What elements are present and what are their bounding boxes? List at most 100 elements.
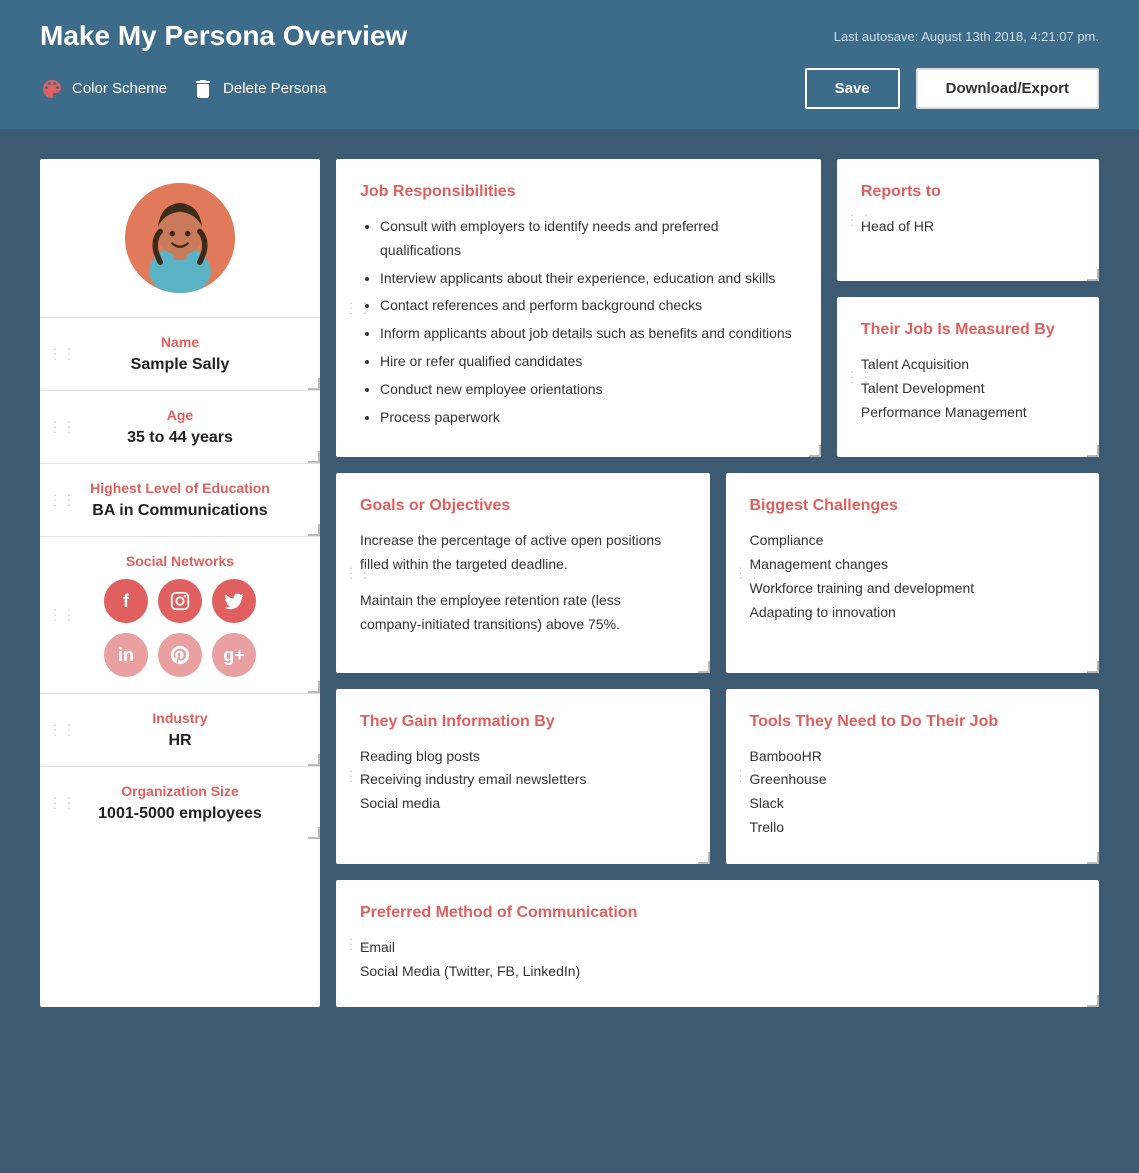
- age-section: ⋮⋮ Age 35 to 44 years: [40, 391, 320, 464]
- job-responsibilities-panel: ⋮⋮ Job Responsibilities Consult with emp…: [336, 159, 821, 457]
- social-icons-row-2: in g+: [64, 633, 296, 677]
- panels-row-2: ⋮⋮ Goals or Objectives Increase the perc…: [336, 473, 1099, 672]
- instagram-icon[interactable]: [158, 579, 202, 623]
- communication-panel: ⋮⋮ Preferred Method of Communication Ema…: [336, 880, 1099, 1008]
- job-measured-panel: ⋮⋮ Their Job Is Measured By Talent Acqui…: [837, 297, 1099, 457]
- page-title: Make My Persona Overview: [40, 20, 407, 52]
- resize-handle[interactable]: [1087, 661, 1099, 673]
- reports-to-panel: ⋮⋮ Reports to Head of HR: [837, 159, 1099, 281]
- communication-title: Preferred Method of Communication: [360, 904, 1075, 922]
- avatar: [125, 183, 235, 293]
- gain-info-title: They Gain Information By: [360, 713, 686, 731]
- resize-handle[interactable]: [809, 445, 821, 457]
- name-section: ⋮⋮ Name Sample Sally: [40, 318, 320, 391]
- resize-handle[interactable]: [1087, 445, 1099, 457]
- color-scheme-icon: [40, 77, 64, 101]
- list-item: Social Media (Twitter, FB, LinkedIn): [360, 960, 1075, 984]
- goals-panel: ⋮⋮ Goals or Objectives Increase the perc…: [336, 473, 710, 672]
- list-item: Talent Development: [861, 377, 1075, 401]
- resize-handle[interactable]: [1087, 269, 1099, 281]
- social-label: Social Networks: [64, 553, 296, 569]
- list-item: Talent Acquisition: [861, 353, 1075, 377]
- resize-handle[interactable]: [308, 827, 320, 839]
- list-item: Maintain the employee retention rate (le…: [360, 589, 686, 637]
- challenges-list: ComplianceManagement changesWorkforce tr…: [750, 529, 1076, 624]
- drag-handle: ⋮⋮: [344, 300, 372, 317]
- list-item: Greenhouse: [750, 768, 1076, 792]
- resize-handle[interactable]: [308, 754, 320, 766]
- challenges-content: ComplianceManagement changesWorkforce tr…: [750, 529, 1076, 624]
- education-section: ⋮⋮ Highest Level of Education BA in Comm…: [40, 464, 320, 537]
- instagram-svg: [169, 590, 191, 612]
- save-button[interactable]: Save: [805, 68, 900, 109]
- googleplus-icon[interactable]: g+: [212, 633, 256, 677]
- drag-handle: ⋮⋮: [344, 768, 372, 785]
- header: Make My Persona Overview Last autosave: …: [0, 0, 1139, 129]
- twitter-svg: [223, 590, 245, 612]
- color-scheme-label: Color Scheme: [72, 80, 167, 97]
- industry-value: HR: [64, 732, 296, 750]
- drag-handle: ⋮⋮: [344, 935, 372, 952]
- list-item: Adapating to innovation: [750, 601, 1076, 625]
- drag-handle: ⋮⋮: [48, 419, 76, 436]
- linkedin-icon[interactable]: in: [104, 633, 148, 677]
- trash-icon: [191, 77, 215, 101]
- list-item: Email: [360, 936, 1075, 960]
- twitter-icon[interactable]: [212, 579, 256, 623]
- drag-handle: ⋮⋮: [734, 768, 762, 785]
- gain-info-content: Reading blog postsReceiving industry ema…: [360, 745, 686, 816]
- age-label: Age: [64, 407, 296, 423]
- list-item: Receiving industry email newsletters: [360, 768, 686, 792]
- org-size-label: Organization Size: [64, 783, 296, 799]
- list-item: Trello: [750, 816, 1076, 840]
- job-responsibilities-title: Job Responsibilities: [360, 183, 797, 201]
- download-button[interactable]: Download/Export: [916, 68, 1099, 109]
- goals-content: Increase the percentage of active open p…: [360, 529, 686, 636]
- header-top: Make My Persona Overview Last autosave: …: [40, 20, 1099, 68]
- color-scheme-button[interactable]: Color Scheme: [40, 77, 167, 101]
- drag-handle: ⋮⋮: [734, 564, 762, 581]
- industry-label: Industry: [64, 710, 296, 726]
- gain-info-list: Reading blog postsReceiving industry ema…: [360, 745, 686, 816]
- list-item: Hire or refer qualified candidates: [380, 350, 797, 374]
- name-label: Name: [64, 334, 296, 350]
- list-item: Process paperwork: [380, 406, 797, 430]
- job-measured-list: Talent AcquisitionTalent DevelopmentPerf…: [861, 353, 1075, 424]
- resize-handle[interactable]: [308, 451, 320, 463]
- tools-content: BambooHRGreenhouseSlackTrello: [750, 745, 1076, 840]
- resize-handle[interactable]: [1087, 995, 1099, 1007]
- autosave-text: Last autosave: August 13th 2018, 4:21:07…: [834, 29, 1099, 44]
- challenges-panel: ⋮⋮ Biggest Challenges ComplianceManageme…: [726, 473, 1100, 672]
- header-actions: Color Scheme Delete Persona Save Downloa…: [40, 68, 1099, 129]
- drag-handle: ⋮⋮: [48, 795, 76, 812]
- education-value: BA in Communications: [64, 502, 296, 520]
- list-item: Slack: [750, 792, 1076, 816]
- industry-section: ⋮⋮ Industry HR: [40, 694, 320, 767]
- resize-handle[interactable]: [698, 661, 710, 673]
- pinterest-icon[interactable]: [158, 633, 202, 677]
- list-item: Workforce training and development: [750, 577, 1076, 601]
- delete-persona-button[interactable]: Delete Persona: [191, 77, 326, 101]
- resize-handle[interactable]: [308, 681, 320, 693]
- list-item: Social media: [360, 792, 686, 816]
- list-item: BambooHR: [750, 745, 1076, 769]
- job-measured-content: Talent AcquisitionTalent DevelopmentPerf…: [861, 353, 1075, 424]
- resize-handle[interactable]: [1087, 852, 1099, 864]
- profile-image-section: [40, 159, 320, 318]
- resize-handle[interactable]: [308, 378, 320, 390]
- main-content: ⋮⋮ Name Sample Sally ⋮⋮ Age 35 to 44 yea…: [0, 129, 1139, 1037]
- facebook-icon[interactable]: f: [104, 579, 148, 623]
- job-measured-title: Their Job Is Measured By: [861, 321, 1075, 339]
- list-item: Consult with employers to identify needs…: [380, 215, 797, 263]
- list-item: Increase the percentage of active open p…: [360, 529, 686, 577]
- list-item: Compliance: [750, 529, 1076, 553]
- reports-to-content: Head of HR: [861, 215, 1075, 239]
- goals-list: Increase the percentage of active open p…: [360, 529, 686, 636]
- list-item: Contact references and perform backgroun…: [380, 294, 797, 318]
- communication-content: EmailSocial Media (Twitter, FB, LinkedIn…: [360, 936, 1075, 984]
- resize-handle[interactable]: [698, 852, 710, 864]
- reports-to-title: Reports to: [861, 183, 1075, 201]
- social-networks-section: ⋮⋮ Social Networks f in g+: [40, 537, 320, 694]
- resize-handle[interactable]: [308, 524, 320, 536]
- org-size-section: ⋮⋮ Organization Size 1001-5000 employees: [40, 767, 320, 839]
